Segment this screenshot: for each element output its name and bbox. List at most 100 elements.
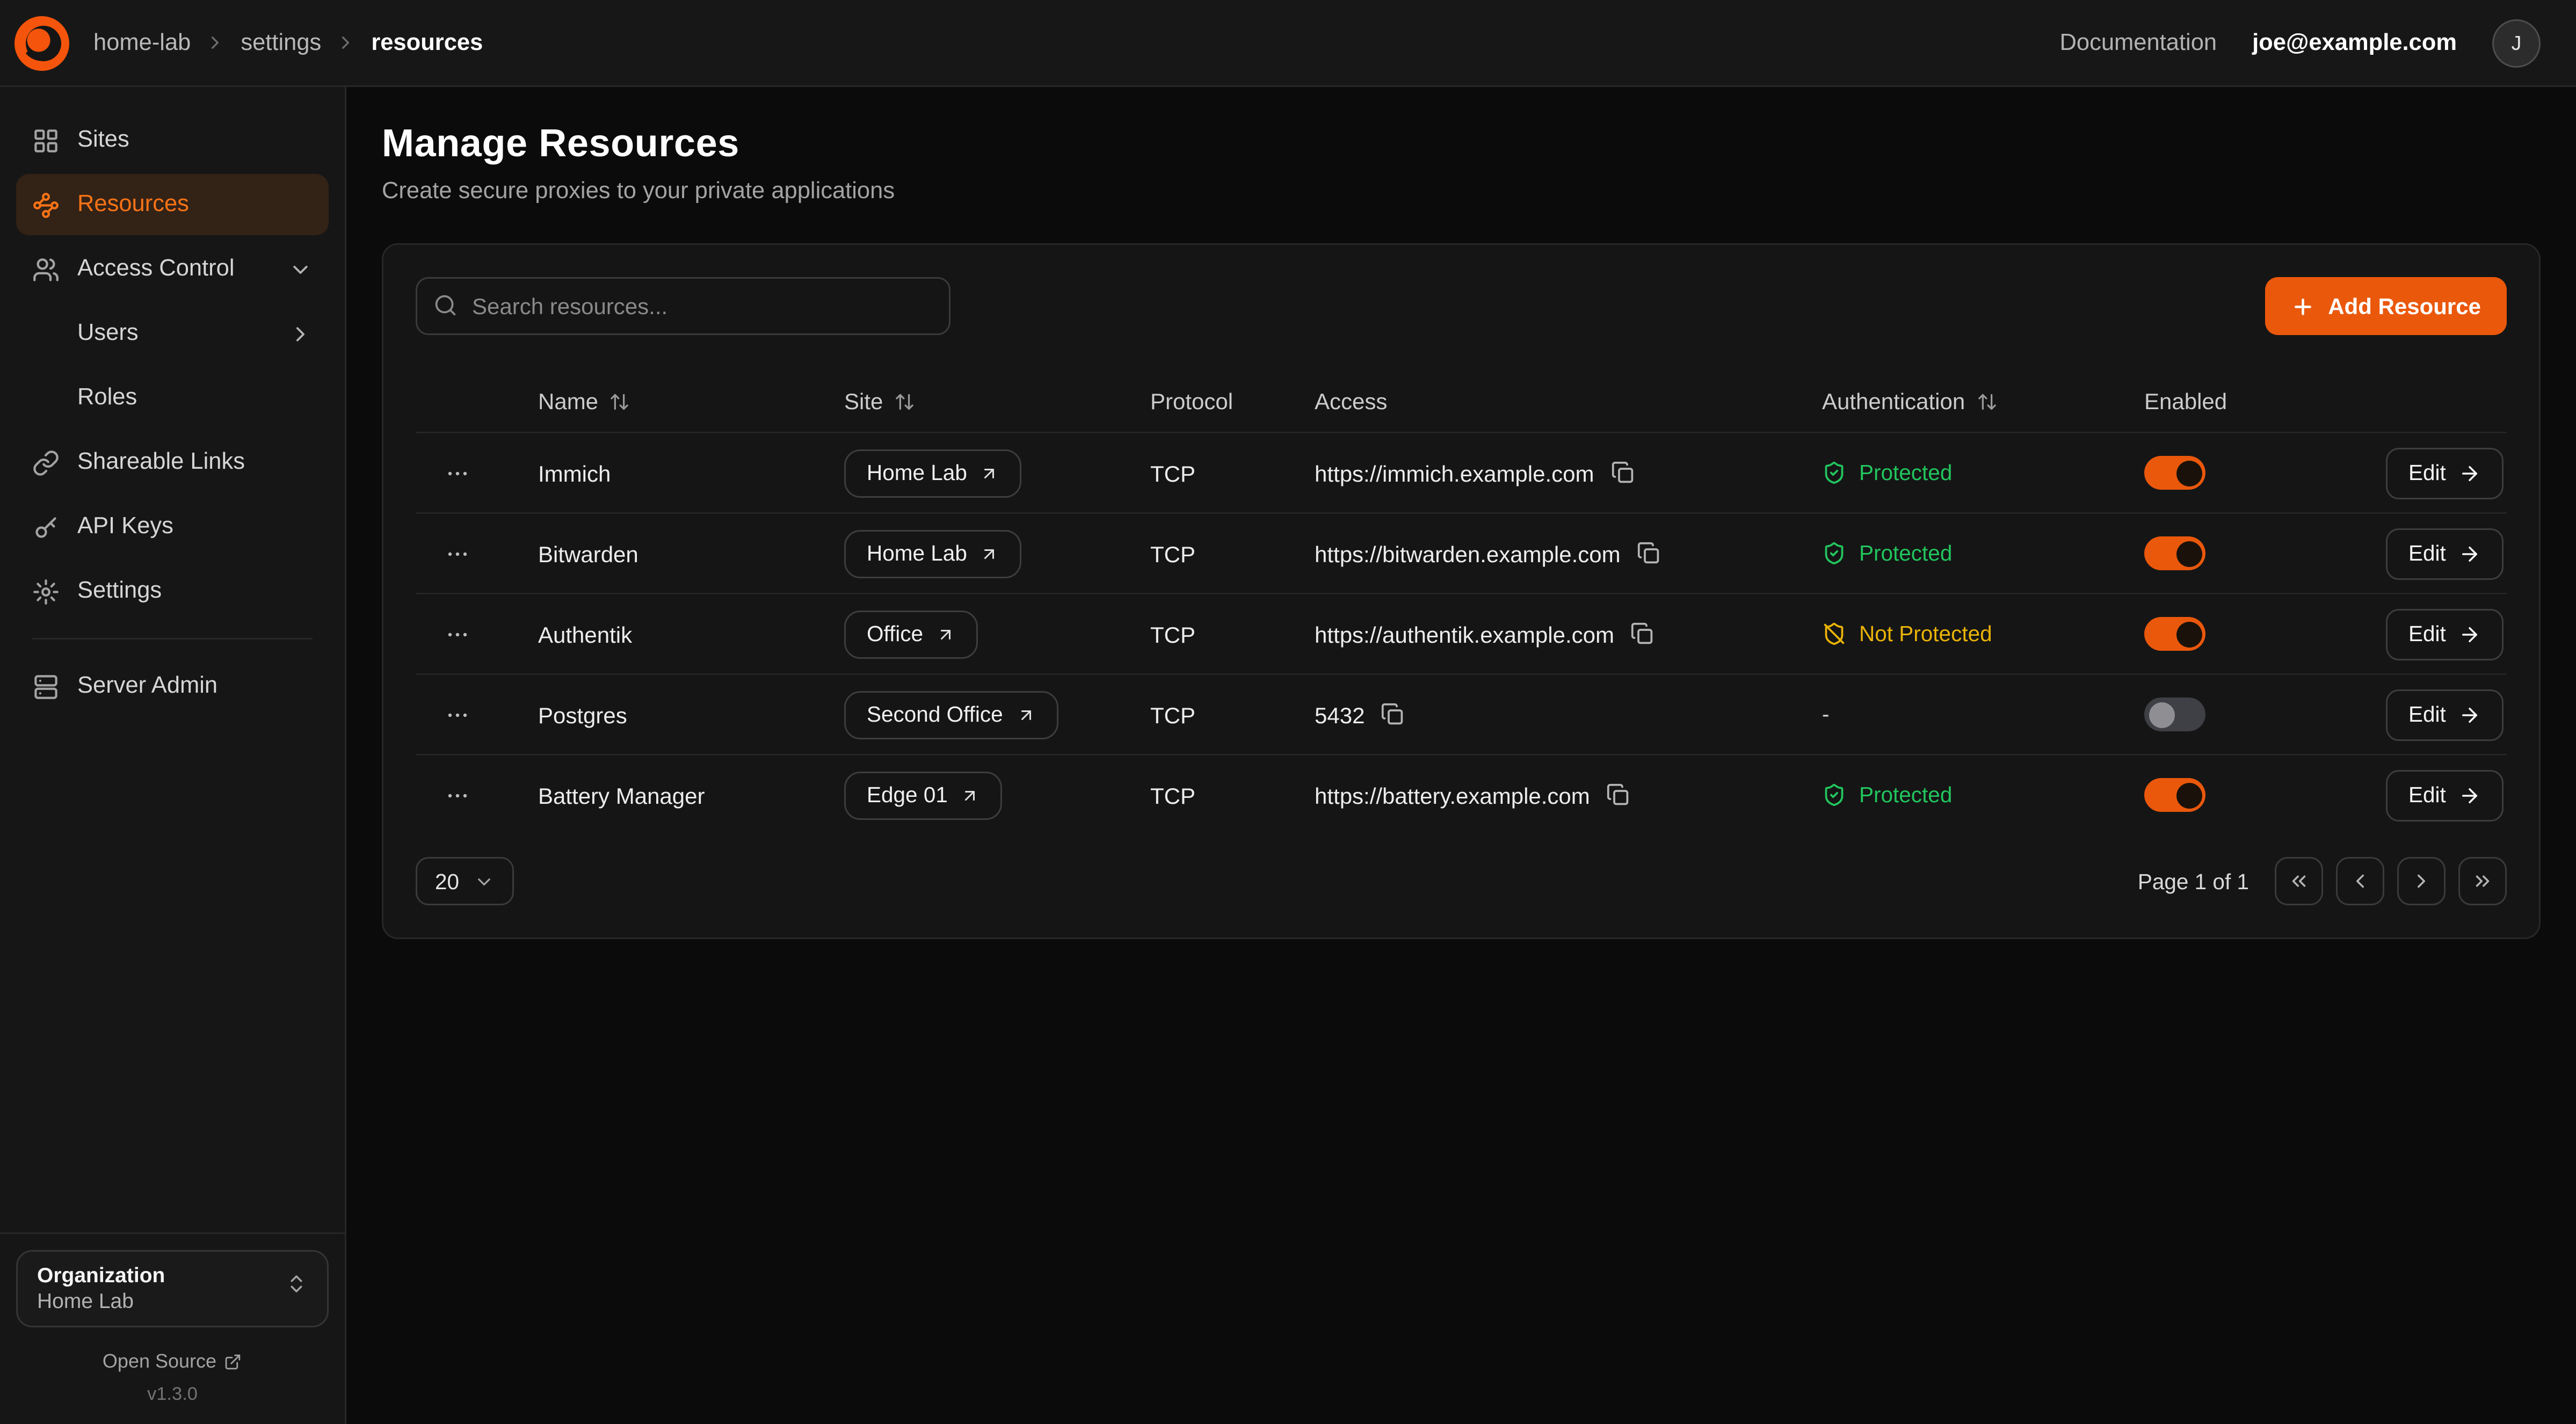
- app-logo-icon[interactable]: [13, 14, 71, 72]
- column-authentication[interactable]: Authentication: [1790, 388, 2112, 414]
- edit-button[interactable]: Edit: [2386, 769, 2504, 821]
- search-input[interactable]: [416, 277, 950, 335]
- enabled-cell: [2112, 698, 2354, 731]
- copy-icon[interactable]: [1630, 622, 1655, 646]
- sidebar-item-label: Server Admin: [77, 673, 217, 699]
- edit-cell: Edit: [2354, 528, 2510, 579]
- edit-label: Edit: [2408, 541, 2446, 565]
- resource-protocol: TCP: [1118, 702, 1282, 728]
- edit-cell: Edit: [2354, 447, 2510, 499]
- access-value: https://immich.example.com: [1315, 460, 1594, 486]
- site-link-button[interactable]: Home Lab: [844, 529, 1022, 578]
- breadcrumb-settings[interactable]: settings: [241, 30, 321, 56]
- copy-icon[interactable]: [1637, 541, 1661, 565]
- enabled-toggle[interactable]: [2144, 698, 2205, 731]
- sidebar-bottom: Organization Home Lab Open Source v1.3.0: [0, 1232, 345, 1424]
- row-menu-cell: [416, 695, 506, 734]
- previous-page-button[interactable]: [2336, 857, 2384, 905]
- sort-icon[interactable]: [609, 391, 630, 412]
- row-menu-button[interactable]: [438, 776, 477, 815]
- ellipsis-icon: [445, 702, 470, 728]
- copy-icon[interactable]: [1381, 702, 1405, 726]
- arrow-up-right-icon: [936, 624, 955, 644]
- sidebar-item-server-admin[interactable]: Server Admin: [16, 656, 329, 717]
- enabled-toggle[interactable]: [2144, 456, 2205, 490]
- app-root: home-lab settings resources Documentatio…: [0, 0, 2576, 1424]
- toggle-knob: [2149, 702, 2174, 728]
- edit-button[interactable]: Edit: [2386, 689, 2504, 740]
- site-link-button[interactable]: Edge 01: [844, 771, 1003, 819]
- enabled-toggle[interactable]: [2144, 778, 2205, 812]
- arrow-right-icon: [2459, 784, 2481, 807]
- column-enabled: Enabled: [2112, 388, 2354, 414]
- copy-icon[interactable]: [1606, 783, 1630, 807]
- chevron-right-icon: [2410, 870, 2433, 892]
- external-link-icon: [224, 1353, 242, 1370]
- site-cell: Office: [812, 610, 1118, 658]
- user-email[interactable]: joe@example.com: [2252, 30, 2457, 56]
- copy-icon[interactable]: [1610, 461, 1635, 485]
- table-body: Immich Home Lab TCP https://immich.examp…: [416, 432, 2507, 834]
- edit-button[interactable]: Edit: [2386, 447, 2504, 499]
- table-row: Bitwarden Home Lab TCP https://bitwarden…: [416, 512, 2507, 593]
- add-resource-button[interactable]: Add Resource: [2265, 277, 2507, 335]
- sort-icon[interactable]: [894, 391, 915, 412]
- site-label: Home Lab: [867, 461, 967, 485]
- access-cell: https://authentik.example.com: [1282, 621, 1790, 647]
- resource-name: Immich: [506, 460, 812, 486]
- arrow-right-icon: [2459, 542, 2481, 565]
- last-page-button[interactable]: [2458, 857, 2507, 905]
- pagination: Page 1 of 1: [2138, 857, 2507, 905]
- sidebar-item-api-keys[interactable]: API Keys: [16, 496, 329, 557]
- enabled-toggle[interactable]: [2144, 536, 2205, 570]
- row-menu-button[interactable]: [438, 534, 477, 573]
- enabled-cell: [2112, 456, 2354, 490]
- edit-label: Edit: [2408, 702, 2446, 726]
- page-indicator: Page 1 of 1: [2138, 869, 2249, 893]
- topbar: home-lab settings resources Documentatio…: [0, 0, 2576, 87]
- sidebar-item-resources[interactable]: Resources: [16, 174, 329, 235]
- site-label: Office: [867, 622, 923, 646]
- column-name[interactable]: Name: [506, 388, 812, 414]
- resource-protocol: TCP: [1118, 621, 1282, 647]
- avatar[interactable]: J: [2492, 19, 2541, 67]
- row-menu-button[interactable]: [438, 695, 477, 734]
- column-site[interactable]: Site: [812, 388, 1118, 414]
- resource-name: Bitwarden: [506, 541, 812, 566]
- sort-icon[interactable]: [1976, 391, 1997, 412]
- sidebar-item-access-control[interactable]: Access Control: [16, 238, 329, 300]
- row-menu-button[interactable]: [438, 454, 477, 492]
- chevron-right-icon: [336, 32, 357, 53]
- open-source-link[interactable]: Open Source: [16, 1350, 329, 1372]
- toggle-knob: [2176, 621, 2202, 647]
- shield-check-icon: [1822, 461, 1846, 485]
- sidebar-item-settings[interactable]: Settings: [16, 561, 329, 622]
- enabled-toggle[interactable]: [2144, 617, 2205, 651]
- site-link-button[interactable]: Office: [844, 610, 978, 658]
- authentication-cell: -: [1790, 702, 2112, 726]
- enabled-cell: [2112, 536, 2354, 570]
- edit-button[interactable]: Edit: [2386, 528, 2504, 579]
- sidebar-item-sites[interactable]: Sites: [16, 110, 329, 171]
- sidebar-item-roles[interactable]: Roles: [16, 367, 329, 428]
- column-access: Access: [1282, 388, 1790, 414]
- documentation-link[interactable]: Documentation: [2060, 30, 2217, 56]
- resource-protocol: TCP: [1118, 782, 1282, 808]
- row-menu-button[interactable]: [438, 615, 477, 653]
- next-page-button[interactable]: [2397, 857, 2446, 905]
- edit-button[interactable]: Edit: [2386, 608, 2504, 660]
- sidebar-item-users[interactable]: Users: [16, 303, 329, 364]
- site-link-button[interactable]: Second Office: [844, 691, 1058, 739]
- resources-card: Add Resource Name Site: [382, 243, 2541, 939]
- sidebar-item-shareable-links[interactable]: Shareable Links: [16, 432, 329, 493]
- site-cell: Home Lab: [812, 449, 1118, 497]
- ellipsis-icon: [445, 541, 470, 566]
- arrow-right-icon: [2459, 623, 2481, 645]
- ellipsis-icon: [445, 460, 470, 486]
- site-link-button[interactable]: Home Lab: [844, 449, 1022, 497]
- first-page-button[interactable]: [2275, 857, 2323, 905]
- page-size-select[interactable]: 20: [416, 857, 514, 905]
- breadcrumb-org[interactable]: home-lab: [93, 30, 191, 56]
- topbar-left: home-lab settings resources: [13, 14, 483, 72]
- organization-selector[interactable]: Organization Home Lab: [16, 1249, 329, 1328]
